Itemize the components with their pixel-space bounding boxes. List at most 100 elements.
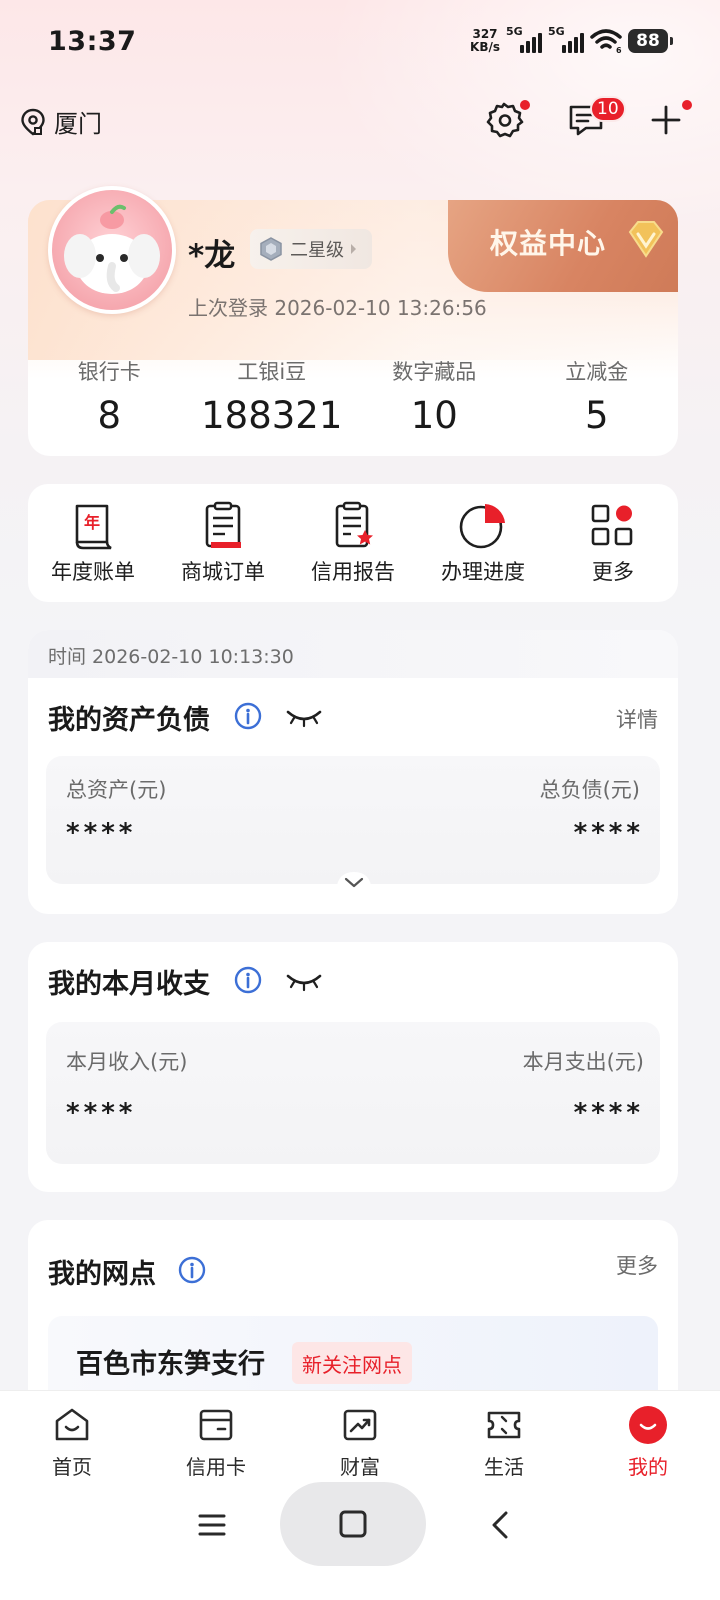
battery-level: 88 [636, 31, 660, 51]
messages-button[interactable]: 10 [564, 96, 626, 142]
nav-label: 信用卡 [186, 1455, 246, 1479]
nav-mine[interactable]: 我的 [576, 1391, 720, 1490]
total-debt-label: 总负债(元) [539, 778, 640, 802]
progress-icon [459, 504, 505, 549]
info-icon[interactable] [178, 1256, 206, 1284]
stat-label: 数字藏品 [392, 360, 477, 384]
nav-label: 首页 [52, 1455, 92, 1479]
eye-closed-icon[interactable] [284, 706, 324, 730]
plus-icon [651, 105, 681, 135]
add-button[interactable] [644, 98, 692, 142]
quick-action-annual-bill[interactable]: 年 年度账单 [28, 484, 158, 602]
square-icon [339, 1510, 367, 1538]
monthly-title: 我的本月收支 [48, 969, 210, 1000]
member-level-label: 二星级 [290, 240, 344, 261]
home-icon [55, 1408, 89, 1441]
total-assets-label: 总资产(元) [66, 778, 167, 802]
quick-action-label: 办理进度 [441, 560, 525, 584]
assets-detail-link[interactable]: 详情 [616, 704, 658, 734]
battery-icon: 88 [628, 29, 673, 53]
quick-action-more[interactable]: 更多 [548, 484, 678, 602]
signal-sim1-icon: 5G [506, 25, 542, 55]
stat-digital-collectibles[interactable]: 数字藏品 10 [353, 356, 516, 437]
eye-closed-icon[interactable] [284, 970, 324, 994]
quick-action-label: 年度账单 [51, 560, 135, 584]
chevron-down-icon [336, 872, 372, 894]
stat-value: 188321 [201, 394, 343, 437]
nav-wealth[interactable]: 财富 [288, 1391, 432, 1490]
nav-life[interactable]: 生活 [432, 1391, 576, 1490]
add-notification-dot [682, 100, 692, 110]
avatar[interactable] [48, 186, 176, 314]
quick-action-label: 更多 [592, 560, 634, 584]
annual-bill-icon: 年 [75, 504, 112, 550]
branch-more-link[interactable]: 更多 [616, 1250, 658, 1280]
nav-credit-card[interactable]: 信用卡 [144, 1391, 288, 1490]
new-follow-tag: 新关注网点 [292, 1342, 412, 1384]
stat-instant-discount[interactable]: 立减金 5 [516, 356, 679, 437]
stat-value: 8 [97, 394, 122, 437]
stat-label: 立减金 [565, 360, 629, 384]
quick-action-progress[interactable]: 办理进度 [418, 484, 548, 602]
assets-liabilities-card: 时间 2026-02-10 10:13:30 我的资产负债 详情 总资产(元) … [28, 630, 678, 914]
wifi-tag: 6 [616, 46, 622, 54]
nav-label: 生活 [484, 1455, 524, 1479]
svg-text:年: 年 [84, 513, 100, 532]
rights-center-button[interactable]: 权益中心 [448, 200, 678, 292]
stat-i-beans[interactable]: 工银i豆 188321 [191, 356, 354, 437]
ticket-icon [487, 1411, 521, 1439]
home-button[interactable] [280, 1482, 426, 1566]
status-bar: 13:37 327 KB/s 5G 5G 6 88 [0, 0, 720, 84]
mine-smile-icon [629, 1406, 667, 1444]
bottom-navigation: 首页 信用卡 财富 生活 我的 [0, 1390, 720, 1490]
quick-actions: 年 年度账单 商城订单 信用报告 办理进度 更多 [28, 484, 678, 602]
branch-section-title: 我的网点 [48, 1259, 156, 1290]
total-debt-value: **** [573, 818, 644, 848]
diamond-icon [628, 221, 664, 258]
quick-action-label: 信用报告 [311, 560, 395, 584]
monthly-expense-label: 本月支出(元) [522, 1050, 644, 1074]
quick-action-credit-report[interactable]: 信用报告 [288, 484, 418, 602]
wifi-icon: 6 [590, 29, 622, 54]
assets-summary-box: 总资产(元) **** 总负债(元) **** [46, 756, 660, 884]
stat-label: 银行卡 [77, 360, 141, 384]
nav-label: 我的 [628, 1455, 668, 1479]
monthly-summary-box: 本月收入(元) **** 本月支出(元) **** [46, 1022, 660, 1164]
message-count-badge: 10 [590, 96, 626, 122]
profile-stats: 银行卡 8 工银i豆 188321 数字藏品 10 立减金 5 [28, 356, 678, 437]
expand-button[interactable] [332, 868, 376, 894]
settings-notification-dot [520, 100, 530, 110]
last-login-time: 上次登录 2026-02-10 13:26:56 [188, 296, 487, 320]
location-selector[interactable]: 厦门 [20, 104, 102, 139]
back-button[interactable] [470, 1490, 530, 1560]
location-pin-icon [21, 108, 45, 135]
stat-value: 5 [584, 394, 609, 437]
assets-timestamp: 时间 2026-02-10 10:13:30 [48, 646, 294, 668]
monthly-income-expense-card: 我的本月收支 本月收入(元) **** 本月支出(元) **** [28, 942, 678, 1192]
quick-action-label: 商城订单 [181, 560, 265, 584]
monthly-income-value: **** [66, 1098, 137, 1128]
info-icon[interactable] [234, 702, 262, 730]
mall-order-icon [205, 501, 241, 548]
monthly-income-label: 本月收入(元) [66, 1050, 188, 1074]
wealth-chart-icon [343, 1409, 377, 1441]
info-icon[interactable] [234, 966, 262, 994]
elephant-avatar-icon [52, 190, 172, 310]
more-grid-icon [591, 504, 633, 546]
stat-bank-cards[interactable]: 银行卡 8 [28, 356, 191, 437]
status-indicators: 327 KB/s 5G 5G 6 88 [470, 25, 673, 56]
top-app-bar: 厦门 10 [0, 90, 720, 150]
credit-report-icon [335, 501, 373, 548]
nav-home[interactable]: 首页 [0, 1391, 144, 1490]
back-arrow-icon [492, 1511, 508, 1539]
network-speed-unit: KB/s [470, 40, 500, 54]
stat-label: 工银i豆 [237, 360, 307, 384]
stat-value: 10 [410, 394, 458, 437]
rights-center-label: 权益中心 [490, 227, 607, 260]
recent-apps-button[interactable] [182, 1490, 242, 1560]
settings-button[interactable] [482, 98, 530, 142]
signal-sim2-icon: 5G [548, 25, 584, 55]
quick-action-mall-orders[interactable]: 商城订单 [158, 484, 288, 602]
network-speed: 327 KB/s [470, 28, 500, 54]
member-level-badge[interactable]: 二星级 [250, 229, 372, 269]
